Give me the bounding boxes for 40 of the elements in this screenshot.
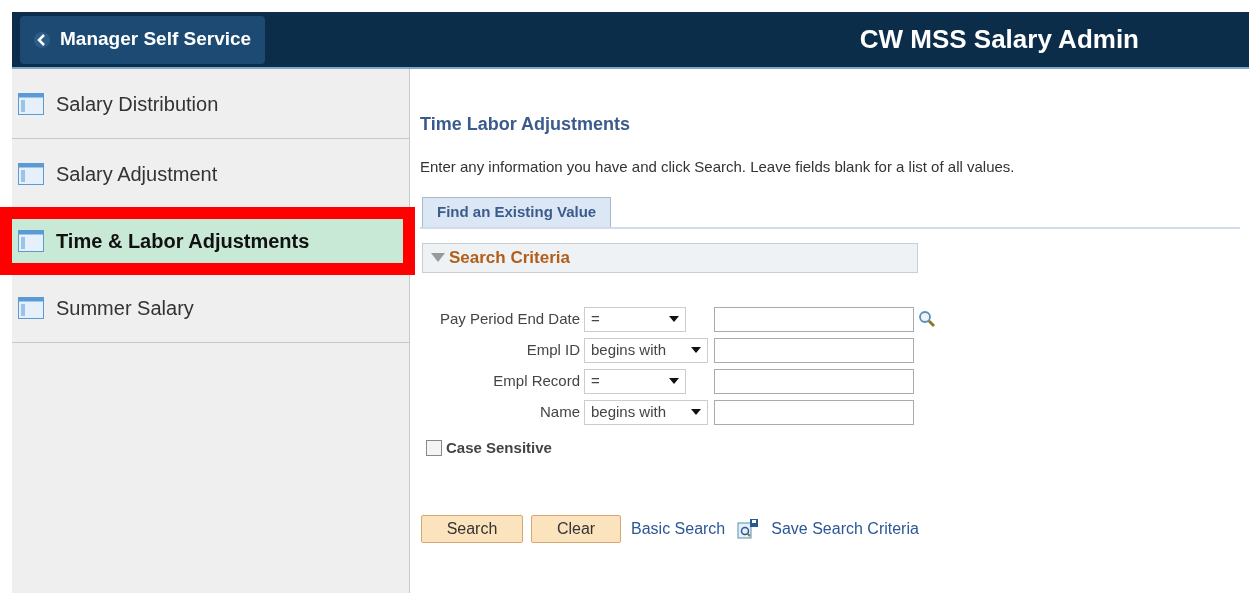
value-field[interactable] (714, 337, 914, 363)
operator-select[interactable]: = (584, 368, 686, 394)
caret-icon (691, 347, 701, 353)
save-search-criteria-link[interactable]: Save Search Criteria (771, 517, 919, 541)
sidebar-item[interactable]: Summer Salary (12, 273, 409, 342)
page-title: Time Labor Adjustments (420, 113, 631, 136)
basic-search-link[interactable]: Basic Search (631, 517, 726, 541)
field-label: Empl Record (492, 370, 580, 391)
page-icon (18, 296, 44, 319)
field-label: Empl ID (525, 339, 580, 360)
tab[interactable]: Find an Existing Value (422, 196, 612, 227)
operator-select[interactable]: begins with (584, 337, 708, 363)
page-icon (18, 162, 44, 185)
triangle-icon (431, 252, 445, 263)
sidebar-item[interactable]: Salary Distribution (12, 69, 409, 138)
caret-icon (669, 378, 679, 384)
value-field[interactable] (714, 399, 914, 425)
sidebar-item[interactable]: Time & Labor Adjustments (12, 219, 403, 263)
app-title: CW MSS Salary Admin (859, 23, 1139, 56)
checkbox[interactable] (426, 439, 442, 456)
instructions-text: Enter any information you have and click Search. Leave fields blank for a list of all values. (420, 157, 1015, 177)
operator-select[interactable]: begins with (584, 399, 708, 425)
caret-icon (669, 316, 679, 322)
value-field[interactable] (714, 368, 914, 394)
search-icon[interactable] (918, 310, 936, 328)
section-header[interactable]: Search Criteria (422, 242, 918, 273)
field-label: Pay Period End Date (438, 308, 580, 329)
field-label: Name (539, 401, 580, 422)
operator-select[interactable]: = (584, 306, 686, 332)
chevron-left-icon (34, 31, 50, 48)
checkbox-label: Case Sensitive (446, 437, 552, 458)
sidebar-item[interactable]: Salary Adjustment (12, 139, 409, 208)
action-button[interactable]: Search (421, 515, 523, 543)
back-button[interactable]: Manager Self Service (20, 15, 266, 64)
page-icon (18, 92, 44, 115)
value-field[interactable] (714, 306, 914, 332)
action-button[interactable]: Clear (531, 515, 621, 543)
save-search-icon[interactable] (737, 518, 760, 540)
caret-icon (691, 409, 701, 415)
page-icon (18, 230, 44, 252)
